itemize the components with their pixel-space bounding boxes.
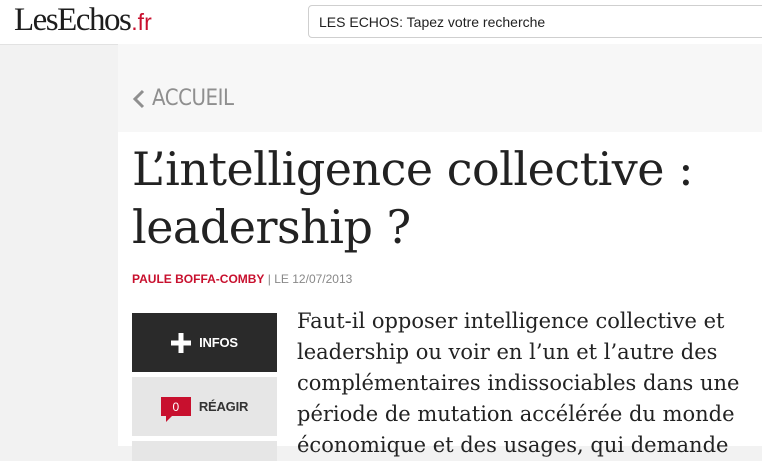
- article-lead: Faut-il opposer intelligence collective …: [297, 306, 762, 461]
- plus-icon: [171, 332, 192, 353]
- infos-button[interactable]: INFOS: [132, 313, 277, 372]
- lead-line: Faut-il opposer intelligence collective …: [297, 309, 725, 333]
- top-bar: LesEchos.fr: [0, 0, 762, 45]
- article-container: ACCUEIL L’intelligence collective : lead…: [118, 44, 762, 461]
- title-line-1: L’intelligence collective :: [132, 142, 694, 196]
- author-link[interactable]: PAULE BOFFA-COMBY: [132, 272, 264, 286]
- lead-line: complémentaires indissociables dans une: [297, 371, 740, 395]
- infos-label: INFOS: [199, 335, 238, 350]
- article-byline: PAULE BOFFA-COMBY | LE 12/07/2013: [132, 272, 352, 286]
- back-to-home-link[interactable]: ACCUEIL: [132, 86, 243, 111]
- lead-line: leadership ou voir en l’un et l’autre de…: [297, 340, 718, 364]
- reagir-label: RÉAGIR: [198, 399, 249, 414]
- comment-bubble-icon: 0: [160, 397, 191, 422]
- lead-line: période de mutation accélérée du monde: [297, 402, 735, 426]
- back-label: ACCUEIL: [152, 86, 234, 111]
- search-input[interactable]: [308, 5, 762, 38]
- title-line-2: leadership ?: [132, 200, 411, 254]
- logo-suffix: .fr: [131, 9, 152, 35]
- publish-date: | LE 12/07/2013: [267, 272, 353, 286]
- chevron-left-icon: [132, 89, 145, 108]
- comment-count: 0: [172, 399, 180, 414]
- logo-text: LesEchos: [14, 2, 132, 38]
- reagir-button[interactable]: 0 RÉAGIR: [132, 377, 277, 436]
- lead-line: économique et des usages, qui demande: [297, 433, 729, 457]
- site-logo[interactable]: LesEchos.fr: [14, 2, 152, 39]
- article-title: L’intelligence collective : leadership ?: [132, 140, 762, 256]
- share-button[interactable]: [132, 441, 277, 461]
